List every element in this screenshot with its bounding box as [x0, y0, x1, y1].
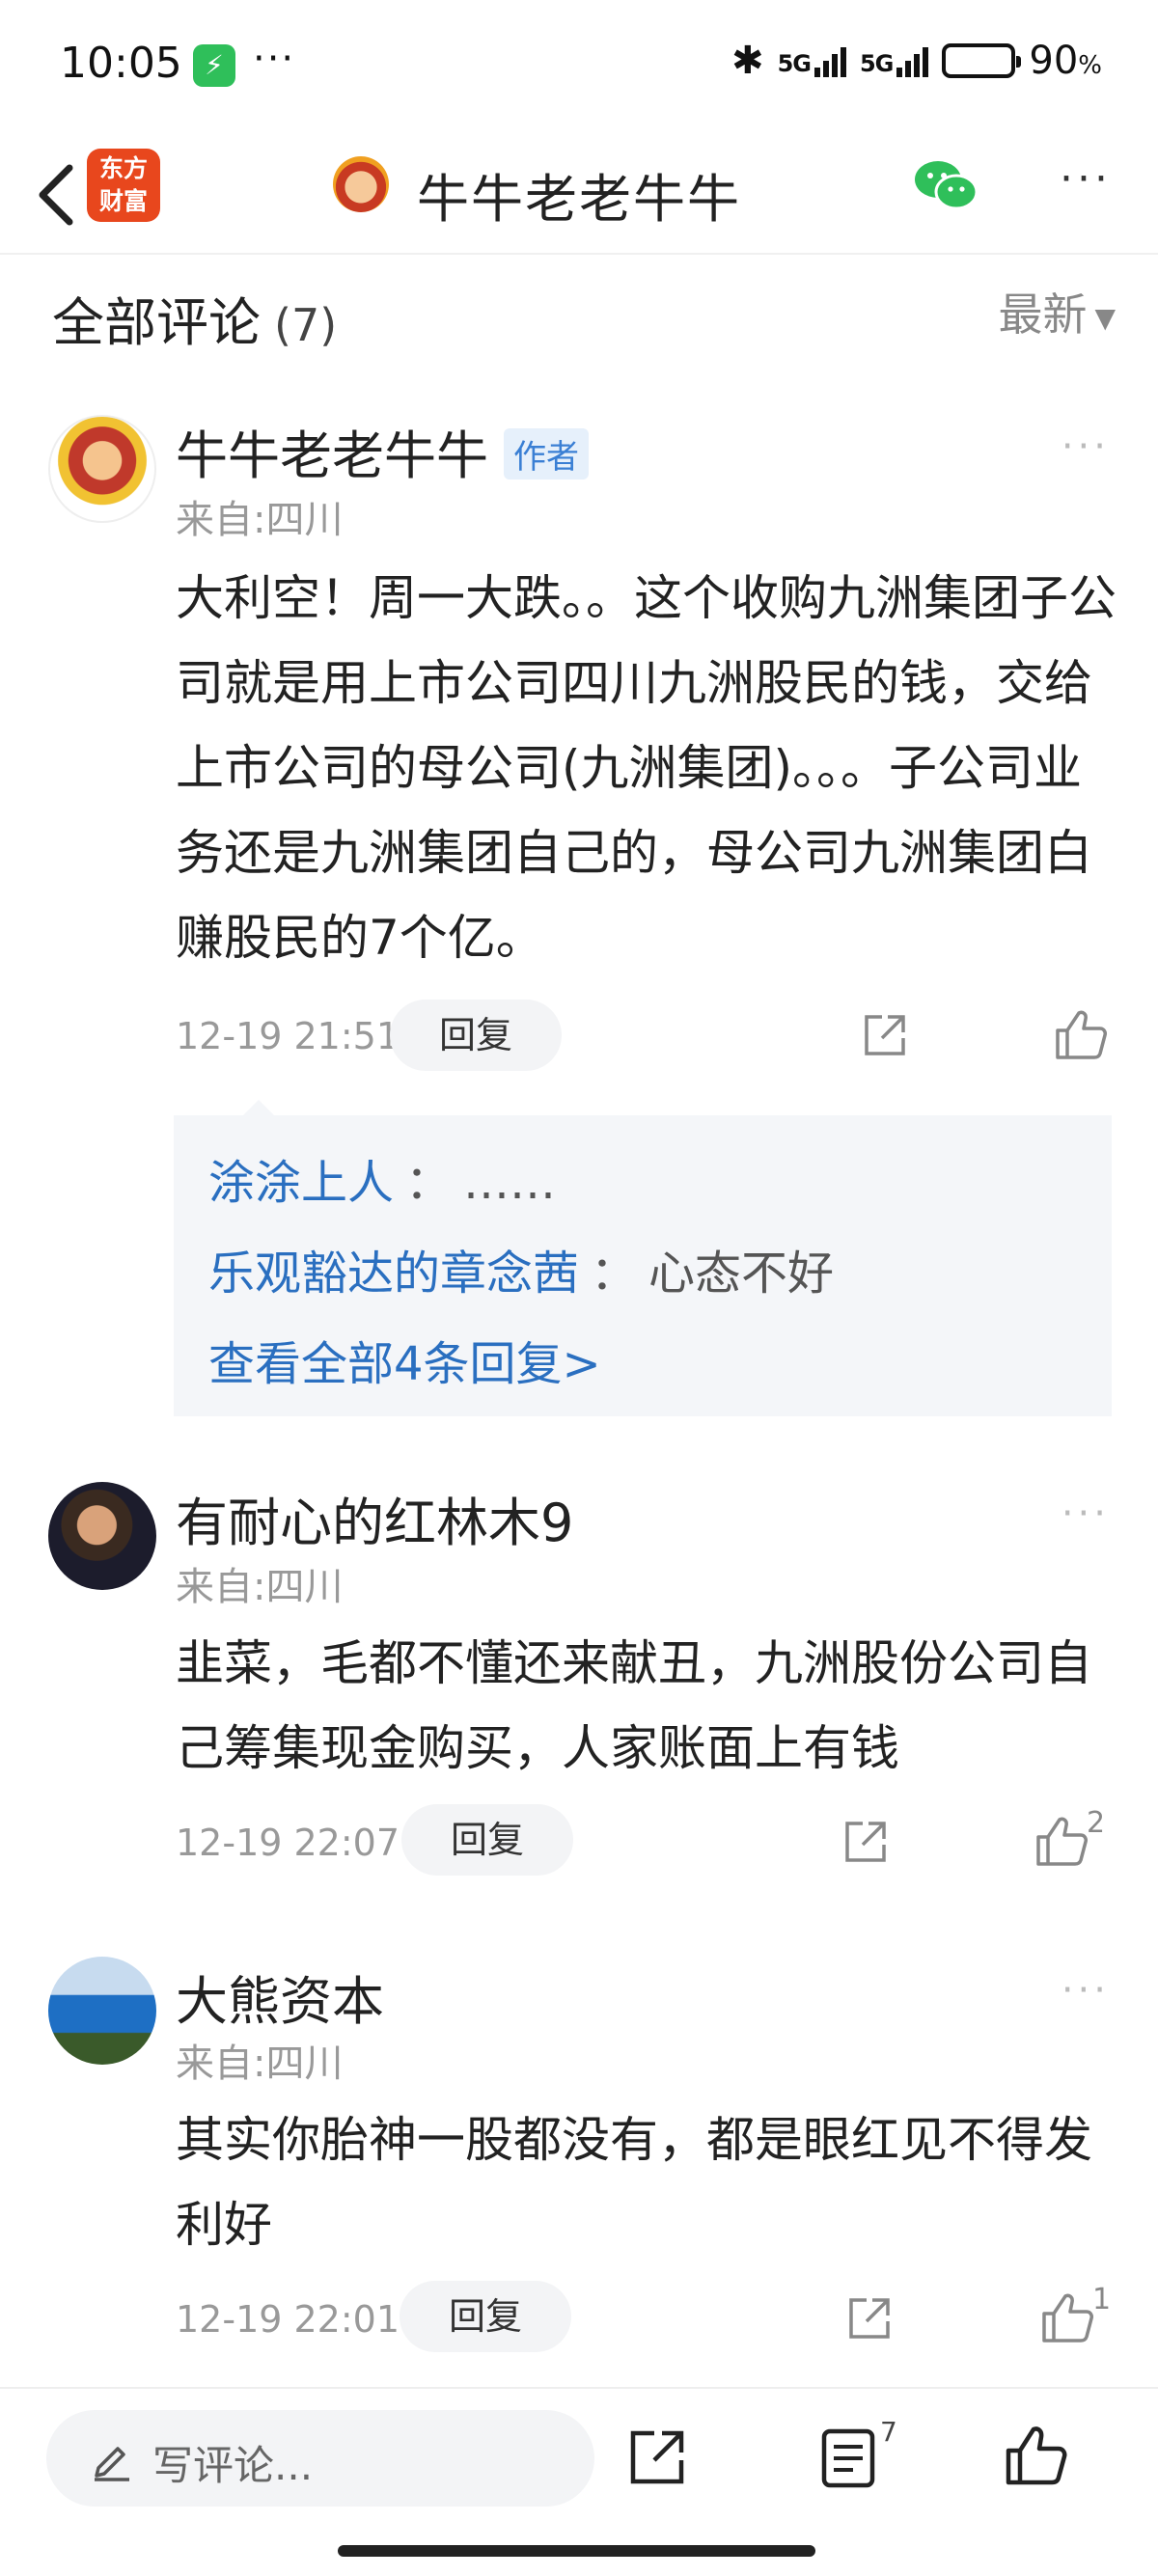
wechat-icon[interactable]	[912, 156, 979, 214]
comment-location: 来自:四川	[176, 2042, 344, 2086]
status-bar: 10:05 ⚡ ··· ✱ 5G 5G 90%	[0, 0, 1158, 135]
comment-author[interactable]: 牛牛老老牛牛	[176, 425, 488, 486]
security-shield-icon: ⚡	[193, 44, 235, 87]
comment-text: 大利空！周一大跌。。这个收购九洲集团子公司就是用上市公司四川九洲股民的钱，交给上…	[176, 570, 1117, 966]
comment-input-placeholder: 写评论...	[152, 2442, 314, 2489]
bottom-bar: 写评论... 7	[0, 2387, 1158, 2576]
thumbs-up-icon[interactable]	[1034, 1814, 1089, 1868]
battery-percent: 90%	[1029, 39, 1102, 83]
battery-icon	[942, 43, 1022, 78]
comment-location: 来自:四川	[176, 1565, 344, 1609]
comments-list-icon[interactable]	[820, 2427, 876, 2489]
reply-button[interactable]: 回复	[401, 1804, 573, 1876]
comments-title: 全部评论	[52, 292, 261, 353]
reply-item[interactable]: 乐观豁达的章念茜：心态不好	[208, 1235, 834, 1302]
comments-count: (7)	[274, 299, 338, 351]
author-avatar-small[interactable]	[333, 156, 389, 212]
thumbs-up-icon[interactable]	[1054, 1007, 1108, 1061]
home-indicator[interactable]	[338, 2545, 815, 2557]
reply-button[interactable]: 回复	[400, 2281, 571, 2352]
comment-more-icon[interactable]: ···	[1062, 1492, 1110, 1536]
comment-text: 其实你胎神一股都没有，都是眼红见不得发利好	[176, 2112, 1092, 2253]
thumbs-up-icon[interactable]	[1004, 2424, 1067, 2487]
share-icon[interactable]	[845, 2294, 894, 2343]
view-all-replies-link[interactable]: 查看全部4条回复>	[208, 1326, 601, 1393]
comment-input[interactable]: 写评论...	[46, 2410, 594, 2507]
comment-location: 来自:四川	[176, 498, 344, 542]
reply-pointer	[241, 1100, 276, 1117]
share-icon[interactable]	[627, 2427, 687, 2487]
signal-icon-2: 5G	[860, 44, 929, 77]
thumbs-up-icon[interactable]	[1040, 2290, 1094, 2344]
comments-header: 全部评论 (7)	[52, 280, 337, 356]
author-badge: 作者	[504, 427, 589, 480]
like-count: 2	[1087, 1806, 1106, 1840]
avatar[interactable]	[48, 415, 156, 523]
comment-text: 韭菜，毛都不懂还来献丑，九洲股份公司自己筹集现金购买，人家账面上有钱	[176, 1635, 1092, 1776]
status-more-dots: ···	[253, 37, 296, 81]
share-icon[interactable]	[861, 1011, 909, 1059]
page-title[interactable]: 牛牛老老牛牛	[417, 156, 741, 233]
nav-bar: 东方 财富 牛牛老老牛牛 ···	[0, 135, 1158, 255]
status-time: 10:05	[60, 39, 182, 88]
more-menu-icon[interactable]: ···	[1060, 154, 1112, 204]
comment-time: 12-19 21:51	[176, 1015, 400, 1057]
comment-author[interactable]: 大熊资本	[176, 1959, 384, 2035]
avatar[interactable]	[48, 1482, 156, 1590]
avatar[interactable]	[48, 1957, 156, 2065]
comment-time: 12-19 22:07	[176, 1822, 400, 1864]
comments-count-badge: 7	[880, 2416, 897, 2448]
share-icon[interactable]	[841, 1818, 890, 1866]
reply-button[interactable]: 回复	[390, 1000, 562, 1071]
back-arrow-icon[interactable]	[25, 156, 93, 233]
like-count: 1	[1092, 2283, 1112, 2316]
comment-more-icon[interactable]: ···	[1062, 425, 1110, 469]
sort-dropdown[interactable]: 最新 ▼	[998, 280, 1116, 343]
reply-item[interactable]: 涂涂上人：……	[208, 1144, 556, 1212]
bluetooth-icon: ✱	[731, 39, 764, 83]
reply-preview[interactable]: 涂涂上人：…… 乐观豁达的章念茜：心态不好 查看全部4条回复>	[174, 1115, 1112, 1416]
comment-time: 12-19 22:01	[176, 2298, 400, 2341]
signal-icon-1: 5G	[778, 44, 846, 77]
brand-logo[interactable]: 东方 财富	[87, 149, 160, 222]
comment-author[interactable]: 有耐心的红林木9	[176, 1480, 573, 1556]
pencil-icon	[95, 2447, 129, 2481]
comment-more-icon[interactable]: ···	[1062, 1968, 1110, 2013]
caret-down-icon: ▼	[1094, 302, 1116, 334]
